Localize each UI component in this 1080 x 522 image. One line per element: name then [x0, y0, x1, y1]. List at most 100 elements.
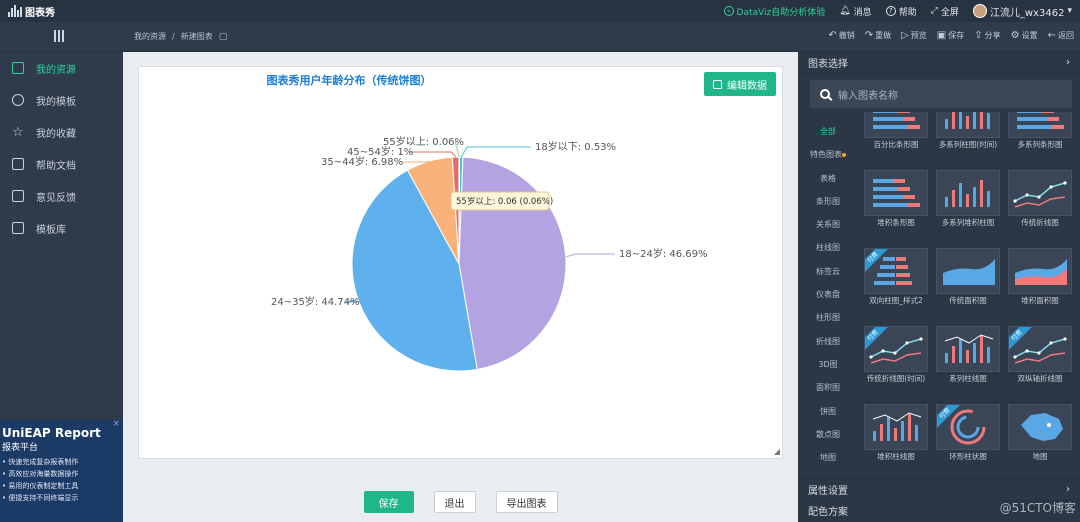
chart-thumbnail: [1008, 404, 1072, 450]
chart-thumbnail: [1008, 170, 1072, 216]
label-leader-line: [409, 151, 457, 158]
chart-template-tile[interactable]: 多系列柱图(时间): [936, 112, 1000, 150]
chart-card[interactable]: 图表秀用户年龄分布（传统饼图） 编辑数据 18岁以下: 0.53% 18~24岁:…: [138, 66, 783, 459]
chart-template-tile[interactable]: 付费 双向柱图_样式2: [864, 248, 928, 306]
dataviz-link[interactable]: ⌁ DataViz自助分析体验: [723, 5, 825, 18]
category-item[interactable]: 全部: [808, 120, 848, 143]
breadcrumb-current: 新建图表: [180, 32, 213, 41]
export-button[interactable]: 导出图表: [495, 491, 558, 513]
chart-template-tile[interactable]: 系列柱线图: [936, 326, 1000, 384]
category-item[interactable]: 折线图: [808, 330, 848, 353]
chart-template-tile[interactable]: 传统面积图: [936, 248, 1000, 306]
category-item[interactable]: 标签云: [808, 260, 848, 283]
logo[interactable]: 图表秀: [8, 4, 55, 19]
chart-thumbnail: [864, 404, 928, 450]
redo-button[interactable]: ↷ 重做: [865, 30, 891, 41]
save-button[interactable]: 保存: [363, 491, 414, 513]
category-item[interactable]: 面积图: [808, 376, 848, 399]
chart-search-input[interactable]: 输入图表名称: [810, 80, 1072, 108]
settings-button[interactable]: ⚙ 设置: [1011, 30, 1038, 41]
category-item[interactable]: 表格: [808, 167, 848, 190]
chart-picker-panel: 图表选择 › 输入图表名称 全部 特色图表 表格 条形图 关系图 柱线图 标签云 仪表盘 柱形图折…: [798, 52, 1080, 522]
chevron-right-icon: ›: [1066, 484, 1070, 495]
share-button[interactable]: ⇪ 分享: [974, 30, 1000, 41]
help-button[interactable]: ? 帮助: [885, 5, 917, 18]
sidebar-item-template-library[interactable]: 模板库: [0, 212, 123, 244]
category-item[interactable]: 地图: [808, 446, 848, 469]
folder-icon: [12, 62, 24, 74]
menu-toggle-icon[interactable]: [54, 30, 64, 42]
chart-template-tile[interactable]: 付费 传统折线图(时间): [864, 326, 928, 384]
sidebar-item-label: 帮助文档: [36, 160, 76, 172]
chevron-right-icon[interactable]: ›: [1066, 57, 1070, 68]
category-item[interactable]: 散点图: [808, 423, 848, 446]
rename-icon[interactable]: ▢: [219, 32, 228, 42]
pie-chart: 18岁以下: 0.53% 18~24岁: 46.69% 24~35岁: 44.74%…: [271, 135, 708, 372]
category-list: 全部 特色图表 表格 条形图 关系图 柱线图 标签云 仪表盘 柱形图 折线图 3D图 面积图 饼图 散点图…: [808, 120, 848, 469]
chart-thumbnail: [936, 112, 1000, 138]
star-icon: ☆: [12, 124, 24, 140]
chart-template-tile[interactable]: 多系列堆积柱图: [936, 170, 1000, 228]
category-item[interactable]: 条形图: [808, 190, 848, 213]
chart-template-tile[interactable]: 传统折线图: [1008, 170, 1072, 228]
search-placeholder: 输入图表名称: [838, 90, 898, 102]
category-item[interactable]: 关系图: [808, 213, 848, 236]
chart-template-tile[interactable]: 地图: [1008, 404, 1072, 462]
category-item[interactable]: 3D图: [808, 353, 848, 376]
close-icon[interactable]: ×: [112, 420, 120, 429]
undo-button[interactable]: ↶ 撤销: [828, 30, 854, 41]
action-bar: 保存 退出 导出图表: [123, 482, 798, 522]
user-menu[interactable]: 江流儿_wx3462 ▾: [972, 4, 1072, 19]
chart-thumbnail: [936, 326, 1000, 372]
chart-thumbnail: [936, 170, 1000, 216]
label-leader-line: [460, 146, 531, 158]
chart-template-tile[interactable]: 多系列条形图: [1008, 112, 1072, 150]
undo-icon: ↶: [828, 30, 837, 41]
fullscreen-button[interactable]: ⤢ 全屏: [931, 5, 959, 18]
sidebar-item-my-resources[interactable]: 我的资源: [0, 52, 123, 84]
dataviz-icon: ⌁: [723, 6, 734, 16]
chart-template-tile[interactable]: 百分比条形图: [864, 112, 928, 150]
chart-template-tile[interactable]: 堆积柱线图: [864, 404, 928, 462]
pie-slice[interactable]: [458, 156, 567, 371]
chart-template-tile[interactable]: 付费 双纵轴折线图: [1008, 326, 1072, 384]
chart-thumbnail: [864, 170, 928, 216]
question-icon: ?: [885, 6, 896, 16]
bell-icon: 🔔︎: [839, 6, 851, 16]
chart-template-tile[interactable]: 堆积条形图: [864, 170, 928, 228]
attribute-settings-row[interactable]: 属性设置 ›: [798, 479, 1080, 499]
category-item[interactable]: 饼图: [808, 400, 848, 423]
promo-line: • 快速完成复杂报表制作: [2, 458, 79, 466]
logo-text: 图表秀: [25, 7, 55, 19]
messages-button[interactable]: 🔔︎ 消息: [839, 5, 871, 18]
category-item[interactable]: 仪表盘: [808, 283, 848, 306]
search-icon: [820, 89, 830, 99]
arrow-left-icon: ←: [1047, 30, 1056, 41]
chart-template-label: 系列柱线图: [949, 374, 987, 383]
breadcrumb-root[interactable]: 我的资源: [134, 31, 166, 42]
category-item[interactable]: 柱形图: [808, 306, 848, 329]
logo-icon: [8, 5, 22, 17]
sidebar-item-favorites[interactable]: ☆ 我的收藏: [0, 116, 123, 148]
redo-label: 重做: [875, 31, 892, 40]
sidebar-item-feedback[interactable]: 意见反馈: [0, 180, 123, 212]
chart-template-tile[interactable]: 付费 环形柱状图: [936, 404, 1000, 462]
chart-template-label: 双纵轴折线图: [1017, 374, 1063, 383]
slice-label: 55岁以上: 0.06%: [383, 135, 464, 148]
avatar: [972, 4, 987, 18]
resize-handle-icon[interactable]: ◢: [774, 447, 780, 456]
sidebar-item-my-templates[interactable]: 我的模板: [0, 84, 123, 116]
promo-banner[interactable]: × UniEAP Report 报表平台 • 快速完成复杂报表制作 • 高效应对…: [0, 420, 123, 522]
preview-button[interactable]: ▷ 预览: [901, 30, 927, 41]
feedback-icon: [12, 190, 24, 202]
save-toolbar-button[interactable]: ▣ 保存: [937, 30, 964, 41]
exit-button[interactable]: 退出: [433, 491, 476, 513]
back-button[interactable]: ← 返回: [1048, 30, 1074, 41]
top-bar: 图表秀 ⌁ DataViz自助分析体验 🔔︎ 消息 ? 帮助 ⤢ 全屏 江流儿_wx34…: [0, 0, 1080, 22]
breadcrumb-separator: /: [172, 32, 175, 41]
category-item[interactable]: 柱线图: [808, 236, 848, 259]
sidebar-item-help-docs[interactable]: 帮助文档: [0, 148, 123, 180]
chart-template-tile[interactable]: 堆积面积图: [1008, 248, 1072, 306]
chart-template-grid: 百分比条形图 多系列柱图(时间) 多系列条形图堆积条形图 多系列堆积柱图 传统折线图付费…: [864, 112, 1080, 480]
category-item[interactable]: 特色图表: [808, 143, 848, 166]
